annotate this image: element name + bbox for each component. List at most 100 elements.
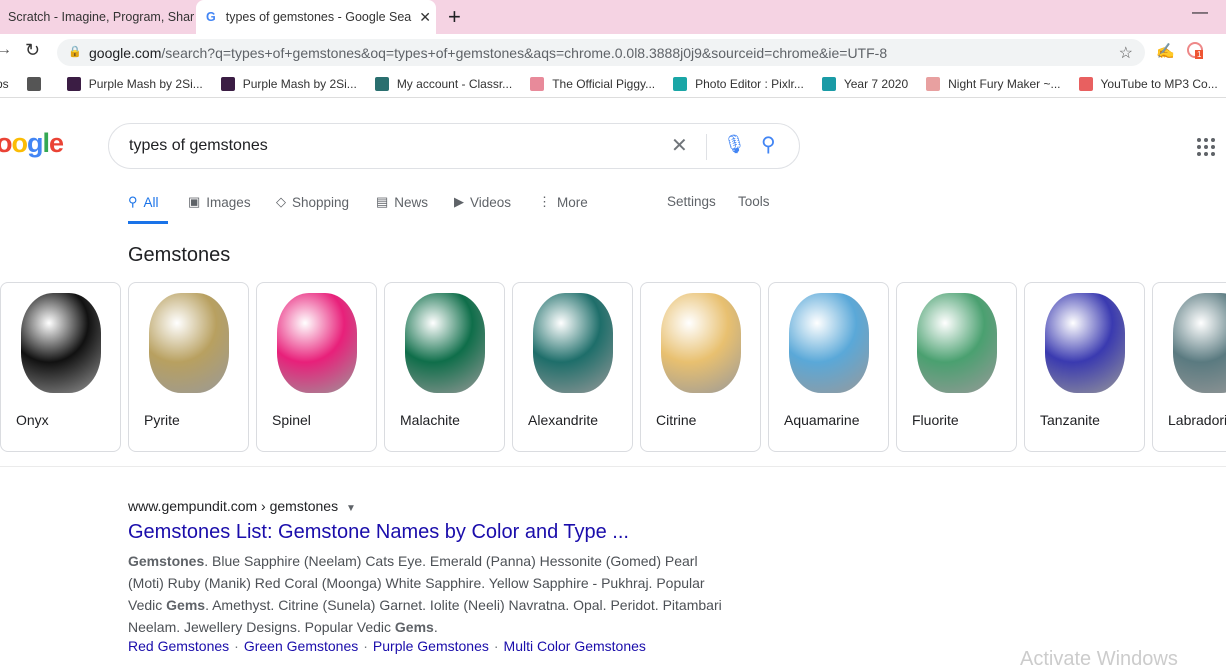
favicon-icon (926, 76, 941, 91)
gemstone-image (385, 283, 504, 403)
sitelink[interactable]: Green Gemstones (244, 638, 358, 654)
new-tab-button[interactable]: + (448, 4, 461, 30)
gemstone-image (257, 283, 376, 403)
gemstone-image (129, 283, 248, 403)
tools-link[interactable]: Tools (738, 194, 770, 209)
gemstone-card[interactable]: Citrine (640, 282, 761, 452)
tab-label: More (557, 194, 588, 210)
search-box[interactable]: types of gemstones ✕ 🎙 ⚲ (108, 123, 800, 169)
news-icon: ▤ (376, 194, 389, 209)
sitelink[interactable]: Multi Color Gemstones (504, 638, 646, 654)
gemstone-card[interactable]: Pyrite (128, 282, 249, 452)
tab-label: News (394, 194, 429, 210)
bookmark[interactable]: YouTube to MP3 Co... (1078, 76, 1218, 91)
tab-scratch[interactable]: Scratch - Imagine, Program, Shar✕ (0, 0, 194, 34)
sitelink[interactable]: Purple Gemstones (373, 638, 489, 654)
bookmark-label: Purple Mash by 2Si... (88, 76, 203, 91)
tab-google[interactable]: Gtypes of gemstones - Google Sea ✕ (196, 0, 436, 34)
gemstone-image (1, 283, 120, 403)
gemstone-card[interactable]: Onyx (0, 282, 121, 452)
forward-icon[interactable]: → (0, 41, 12, 59)
bookmark[interactable]: The Official Piggy... (530, 76, 655, 91)
more-vert-icon: ⋮ (538, 194, 551, 209)
bookmark-label: My account - Classr... (396, 76, 513, 91)
active-tab-indicator (128, 221, 168, 224)
url-path: /search?q=types+of+gemstones&oq=types+of… (161, 44, 888, 61)
close-icon[interactable]: ✕ (411, 9, 431, 26)
bookmark-label: YouTube to MP3 Co... (1100, 76, 1218, 91)
gemstone-card[interactable]: Alexandrite (512, 282, 633, 452)
address-bar[interactable]: 🔒 google.com/search?q=types+of+gemstones… (57, 39, 1145, 66)
bookmark[interactable]: Purple Mash by 2Si... (220, 76, 357, 91)
bookmark[interactable]: ps (0, 77, 9, 91)
badge: 1 (1195, 50, 1204, 59)
tab-all[interactable]: ⚲ All (128, 194, 159, 210)
reload-icon[interactable]: ↻ (25, 40, 40, 61)
gemstone-name: Malachite (400, 412, 460, 428)
cite-text: www.gempundit.com › gemstones (128, 498, 339, 514)
separator: · (493, 638, 499, 654)
extension-icon[interactable]: ✍ (1156, 42, 1175, 60)
tab-videos[interactable]: ▶ Videos (454, 194, 511, 210)
gemstone-name: Onyx (16, 412, 49, 428)
bookmark[interactable]: Purple Mash by 2Si... (66, 76, 203, 91)
gemstone-card[interactable]: Fluorite (896, 282, 1017, 452)
sitelink[interactable]: Red Gemstones (128, 638, 229, 654)
settings-link[interactable]: Settings (667, 194, 716, 209)
minimize-button[interactable]: — (1192, 4, 1208, 22)
google-icon: G (206, 10, 216, 24)
gemstone-card[interactable]: Tanzanite (1024, 282, 1145, 452)
gemstone-name: Spinel (272, 412, 311, 428)
favicon-icon (220, 76, 235, 91)
google-logo[interactable]: oogle (0, 128, 64, 159)
separator: · (363, 638, 368, 654)
gemstone-image (1153, 283, 1226, 403)
favicon-icon (66, 76, 81, 91)
play-icon: ▶ (454, 194, 464, 209)
divider (706, 134, 707, 160)
extension-icon[interactable]: 1 (1187, 42, 1204, 59)
result-cite[interactable]: www.gempundit.com › gemstones ▼ (128, 498, 356, 514)
gemstone-image (897, 283, 1016, 403)
lock-icon: 🔒 (68, 46, 82, 58)
microphone-icon[interactable]: 🎙 (723, 134, 746, 155)
bookmark[interactable]: Year 7 2020 (821, 76, 908, 91)
tab-images[interactable]: ▣ Images (188, 194, 251, 210)
divider (0, 466, 1226, 467)
settings-label: Settings (667, 194, 716, 209)
result-title-link[interactable]: Gemstones List: Gemstone Names by Color … (128, 521, 629, 544)
favicon-icon (821, 76, 836, 91)
clear-icon[interactable]: ✕ (671, 133, 688, 158)
tab-title: Scratch - Imagine, Program, Shar (8, 10, 194, 24)
apps-grid-icon[interactable] (1197, 138, 1215, 156)
tab-label: Videos (470, 194, 512, 210)
caret-down-icon[interactable]: ▼ (346, 503, 356, 514)
search-icon: ⚲ (128, 194, 138, 209)
star-icon[interactable]: ☆ (1119, 43, 1133, 63)
tab-news[interactable]: ▤ News (376, 194, 428, 210)
bookmark-label: Night Fury Maker ~... (948, 76, 1061, 91)
sitelinks: Red Gemstones · Green Gemstones · Purple Gem… (128, 638, 646, 654)
search-input[interactable]: types of gemstones (129, 137, 268, 155)
tab-shopping[interactable]: ◇ Shopping (276, 194, 349, 210)
tab-more[interactable]: ⋮ More (538, 194, 588, 210)
gemstone-card[interactable]: Aquamarine (768, 282, 889, 452)
image-icon: ▣ (188, 194, 201, 209)
gemstone-name: Labradorite (1168, 412, 1226, 428)
gemstone-card[interactable]: Labradorite (1152, 282, 1226, 452)
bookmark[interactable]: Photo Editor : Pixlr... (673, 76, 804, 91)
bookmark[interactable] (26, 76, 49, 91)
result-snippet: Gemstones. Blue Sapphire (Neelam) Cats E… (128, 550, 728, 638)
gemstone-name: Aquamarine (784, 412, 860, 428)
bookmark-label: Purple Mash by 2Si... (242, 76, 357, 91)
gemstone-card[interactable]: Malachite (384, 282, 505, 452)
bookmarks-bar: ps Purple Mash by 2Si... Purple Mash by 2S… (0, 70, 1226, 98)
bookmark[interactable]: Night Fury Maker ~... (926, 76, 1061, 91)
tab-label: All (143, 194, 159, 210)
gemstone-name: Citrine (656, 412, 697, 428)
gemstone-card[interactable]: Spinel (256, 282, 377, 452)
snippet-bold: Gems (394, 619, 434, 635)
search-icon[interactable]: ⚲ (761, 132, 776, 157)
bookmark[interactable]: My account - Classr... (374, 76, 513, 91)
favicon-icon (1078, 76, 1093, 91)
